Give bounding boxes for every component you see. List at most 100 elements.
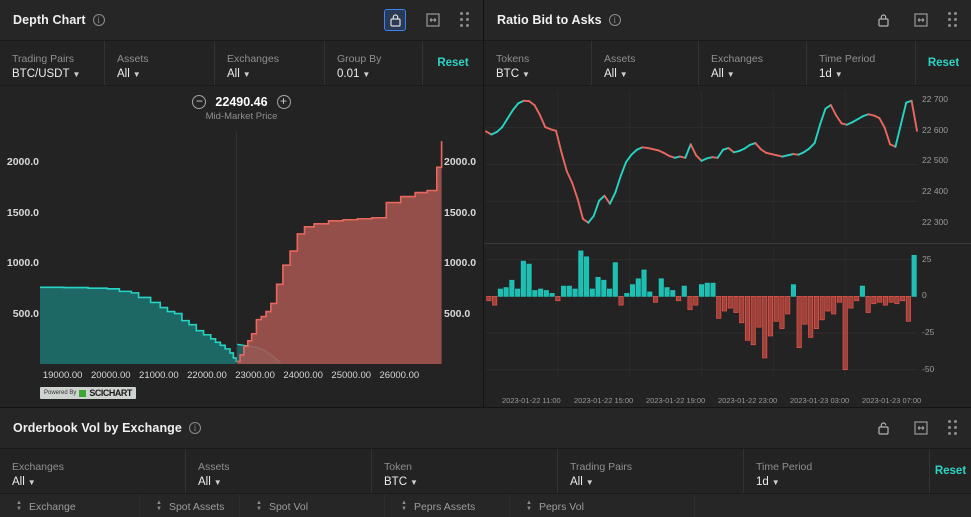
table-header-peprs-assets[interactable]: ▲ ▼ Peprs Assets	[385, 494, 510, 517]
drag-handle-icon[interactable]	[948, 12, 958, 28]
ratio-filter-bar: Tokens BTC ▼ Assets All ▼ Exchanges All ▼ T…	[484, 41, 971, 86]
lock-open-icon[interactable]	[872, 417, 894, 439]
depth-x-tick: 21000.00	[139, 370, 179, 381]
ratio-x-tick: 2023-01-22 19:00	[646, 396, 706, 405]
filter-label: Time Period	[756, 460, 813, 473]
filter-label: Assets	[604, 52, 636, 65]
filter-value: All ▼	[711, 67, 735, 80]
price-line-chart[interactable]: 22 700 22 600 22 500 22 400 22 300	[484, 86, 971, 243]
price-line-svg	[485, 91, 918, 238]
filter-trading-pairs[interactable]: Trading Pairs All ▼	[558, 449, 744, 493]
depth-plot-area[interactable]: 500.0 500.0 1000.0 1000.0 1500.0 1500.0 2000.0…	[0, 124, 483, 407]
filter-tokens[interactable]: Tokens BTC ▼	[484, 41, 592, 85]
table-header-label: Peprs Vol	[538, 500, 584, 513]
info-icon[interactable]: i	[608, 14, 621, 26]
dashboard-root: Depth Chart i Trading Pairs BTC/USDT ▼ A…	[0, 0, 971, 517]
filter-assets[interactable]: Assets All ▼	[105, 41, 215, 85]
depth-y-tick: 1500.0	[6, 206, 39, 219]
lock-icon[interactable]	[872, 9, 894, 31]
filter-label: Time Period	[819, 52, 876, 65]
filter-trading-pairs[interactable]: Trading Pairs BTC/USDT ▼	[0, 41, 105, 85]
reset-button[interactable]: Reset	[930, 449, 971, 493]
filter-label: Trading Pairs	[570, 460, 633, 473]
depth-y-tick: 1000.0	[6, 257, 39, 270]
decrease-price-icon[interactable]: −	[192, 95, 207, 109]
info-icon[interactable]: i	[92, 14, 105, 26]
ratio-y-tick: -50	[922, 363, 935, 374]
filter-token[interactable]: Token BTC ▼	[372, 449, 558, 493]
mid-market-price-label: Mid-Market Price	[205, 111, 278, 122]
ratio-y-tick: -25	[922, 327, 935, 338]
filter-value: 1d ▼	[756, 475, 780, 488]
filter-label: Group By	[337, 52, 382, 65]
watermark-brand-text: SCICHART	[89, 388, 132, 398]
reset-label: Reset	[437, 57, 469, 69]
price-y-tick: 22 600	[922, 124, 948, 135]
reset-button[interactable]: Reset	[916, 41, 971, 85]
ratio-x-tick: 2023-01-22 11:00	[502, 396, 561, 405]
ratio-panel-tools	[872, 9, 958, 31]
orderbook-panel-tools	[872, 417, 958, 439]
panel-ratio-bid-to-asks: Ratio Bid to Asks i Tokens BTC ▼ Assets …	[484, 0, 971, 407]
ratio-x-tick: 2023-01-23 03:00	[790, 396, 850, 405]
filter-label: Trading Pairs	[12, 52, 75, 65]
table-header-spot-assets[interactable]: ▲ ▼ Spot Assets	[140, 494, 240, 517]
table-header-exchange[interactable]: ▲ ▼ Exchange	[0, 494, 140, 517]
sort-icon: ▲ ▼	[526, 500, 532, 512]
panel-depth-chart: Depth Chart i Trading Pairs BTC/USDT ▼ A…	[0, 0, 484, 407]
depth-panel-tools	[384, 9, 470, 31]
filter-exchanges[interactable]: Exchanges All ▼	[0, 449, 186, 493]
ratio-panel-title: Ratio Bid to Asks	[497, 13, 602, 27]
drag-handle-icon[interactable]	[948, 420, 958, 436]
depth-panel-header: Depth Chart i	[0, 0, 483, 41]
ratio-x-tick: 2023-01-22 15:00	[574, 396, 634, 405]
filter-value: All ▼	[570, 475, 594, 488]
info-icon[interactable]: i	[188, 422, 201, 434]
resize-icon[interactable]	[910, 9, 932, 31]
mid-market-price-value: 22490.46	[215, 95, 268, 109]
table-header-label: Spot Vol	[268, 500, 309, 513]
filter-group-by[interactable]: Group By 0.01 ▼	[325, 41, 423, 85]
filter-time-period[interactable]: Time Period 1d ▼	[744, 449, 930, 493]
ratio-bar-chart[interactable]: 25 0 -25 -50 2023-01-22 11:00 2023-01-22 15:0…	[484, 244, 971, 407]
filter-value: BTC ▼	[384, 475, 418, 488]
scichart-logo-icon	[79, 389, 87, 397]
sort-icon: ▲ ▼	[156, 500, 162, 512]
resize-icon[interactable]	[910, 417, 932, 439]
price-y-tick: 22 300	[922, 216, 948, 227]
table-header-spot-vol[interactable]: ▲ ▼ Spot Vol	[240, 494, 385, 517]
reset-button[interactable]: Reset	[423, 41, 483, 85]
orderbook-panel-header: Orderbook Vol by Exchange i	[0, 408, 971, 449]
table-header-label: Peprs Assets	[413, 500, 476, 513]
filter-exchanges[interactable]: Exchanges All ▼	[215, 41, 325, 85]
depth-x-tick: 19000.00	[42, 370, 83, 381]
ratio-chart-body: 22 700 22 600 22 500 22 400 22 300 25 0 -25 -50…	[484, 86, 971, 407]
increase-price-icon[interactable]: +	[276, 95, 291, 109]
filter-assets[interactable]: Assets All ▼	[186, 449, 372, 493]
filter-value: All ▼	[604, 67, 628, 80]
filter-value: BTC/USDT ▼	[12, 67, 81, 80]
filter-label: Exchanges	[711, 52, 763, 65]
ratio-x-tick: 2023-01-23 07:00	[862, 396, 922, 405]
drag-handle-icon[interactable]	[460, 12, 470, 28]
resize-icon[interactable]	[422, 9, 444, 31]
reset-label: Reset	[927, 57, 960, 69]
sort-icon: ▲ ▼	[16, 500, 22, 512]
ratio-y-tick: 0	[922, 290, 927, 301]
filter-value: All ▼	[227, 67, 251, 80]
filter-value: 0.01 ▼	[337, 67, 371, 80]
filter-label: Assets	[198, 460, 230, 473]
filter-assets[interactable]: Assets All ▼	[592, 41, 699, 85]
filter-exchanges[interactable]: Exchanges All ▼	[699, 41, 807, 85]
table-header-peprs-vol[interactable]: ▲ ▼ Peprs Vol	[510, 494, 695, 517]
price-y-tick: 22 500	[922, 155, 948, 166]
depth-x-tick: 25000.00	[331, 370, 372, 381]
filter-time-period[interactable]: Time Period 1d ▼	[807, 41, 916, 85]
ratio-panel-header: Ratio Bid to Asks i	[484, 0, 971, 41]
lock-icon[interactable]	[384, 9, 406, 31]
orderbook-filter-bar: Exchanges All ▼ Assets All ▼ Token BTC ▼ Tr…	[0, 449, 971, 494]
table-header-label: Exchange	[28, 500, 76, 513]
filter-value: All ▼	[12, 475, 36, 488]
orderbook-table-header: ▲ ▼ Exchange ▲ ▼ Spot Assets ▲ ▼ Spot Vol ▲ ▼ Peprs…	[0, 494, 971, 517]
depth-x-tick: 26000.00	[379, 370, 420, 381]
